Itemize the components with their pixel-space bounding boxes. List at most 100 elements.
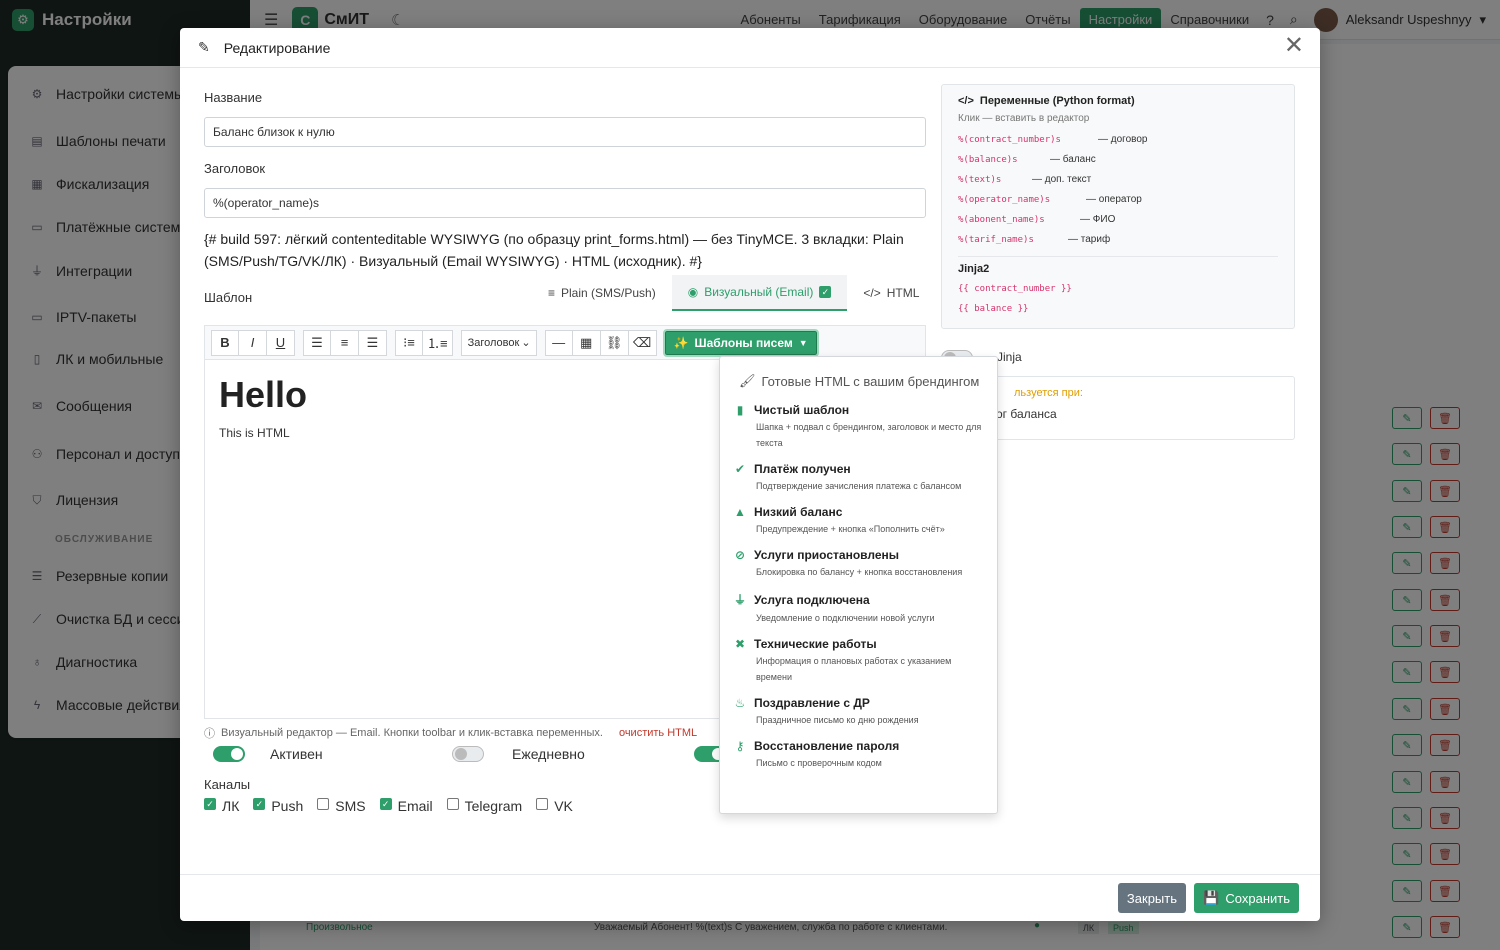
active-toggle[interactable] — [213, 746, 245, 762]
heading-select[interactable]: Заголовок ⌄ — [460, 329, 537, 356]
email-templates-button[interactable]: ✨ Шаблоны писем ▼ — [662, 328, 819, 357]
tab-label: HTML — [886, 286, 920, 300]
template-desc: Шапка + подвал с брендингом, заголовок и… — [756, 422, 982, 448]
link-button[interactable]: ⛓ — [600, 329, 629, 356]
template-service-connected[interactable]: ⏚ Услуга подключена Уведомление о подключ… — [720, 591, 997, 626]
template-desc: Блокировка по балансу + кнопка восстанов… — [756, 567, 963, 577]
eye-icon: ◉ — [687, 285, 699, 299]
close-button[interactable]: Закрыть — [1117, 883, 1186, 913]
template-title: Услуги приостановлены — [754, 548, 900, 562]
modal-footer: Закрыть 💾 Сохранить — [180, 874, 1320, 921]
variable-desc: — доп. текст — [1032, 174, 1092, 185]
variable-item[interactable]: %(tarif_name)s — тариф — [958, 230, 1278, 250]
template-birthday[interactable]: ♨ Поздравление с ДР Праздничное письмо ко… — [720, 696, 997, 728]
italic-button[interactable]: I — [239, 329, 267, 356]
template-maintenance[interactable]: ✖ Технические работы Информация о плановы… — [720, 637, 997, 685]
tab-plain[interactable]: ≡ Plain (SMS/Push) — [532, 275, 672, 311]
usage-value: ог баланса — [996, 407, 1057, 421]
floppy-disk-icon: 💾 — [1203, 890, 1220, 905]
caret-down-icon: ▼ — [798, 337, 808, 348]
list-ol-icon: ⒈≡ — [427, 336, 448, 351]
variable-code[interactable]: %(contract_number)s — [958, 130, 1090, 150]
variable-item[interactable]: %(text)s — доп. текст — [958, 170, 1278, 190]
code-icon: </> — [863, 286, 881, 300]
variable-desc: — оператор — [1086, 194, 1142, 205]
checkbox[interactable] — [317, 798, 330, 810]
bold-button[interactable]: B — [211, 329, 239, 356]
channel-sms[interactable]: SMS — [317, 798, 366, 814]
align-group: ☰ ≡ ☰ — [303, 329, 387, 356]
code-icon: </> — [958, 95, 974, 107]
variable-code[interactable]: %(text)s — [958, 170, 1024, 190]
channel-label: Push — [271, 798, 304, 814]
daily-toggle[interactable] — [452, 746, 484, 762]
channel-lk[interactable]: ✓ ЛК — [204, 798, 239, 814]
plug-icon: ⏚ — [734, 593, 747, 607]
active-label: Активен — [270, 746, 323, 762]
check-icon: ✓ — [819, 286, 832, 298]
horizontal-rule-button[interactable]: — — [544, 329, 573, 356]
channel-push[interactable]: ✓ Push — [253, 798, 303, 814]
tab-html[interactable]: </> HTML — [847, 275, 935, 311]
checkbox[interactable] — [446, 798, 459, 810]
editor-tabs: ≡ Plain (SMS/Push) ◉ Визуальный (Email) ✓ <… — [532, 275, 935, 311]
variable-desc: — договор — [1098, 134, 1148, 145]
variable-code[interactable]: %(balance)s — [958, 150, 1042, 170]
save-label: Сохранить — [1225, 890, 1290, 906]
channel-label: SMS — [335, 798, 366, 814]
variable-item[interactable]: %(operator_name)s — оператор — [958, 190, 1278, 210]
close-icon[interactable]: ✕ — [1284, 34, 1304, 58]
table-button[interactable]: ▦ — [572, 329, 601, 356]
tab-label: Визуальный (Email) — [704, 285, 814, 299]
magic-wand-icon: ✨ — [673, 335, 689, 350]
save-button[interactable]: 💾 Сохранить — [1194, 883, 1299, 913]
minus-icon: — — [552, 335, 566, 350]
template-low-balance[interactable]: ▲ Низкий баланс Предупреждение + кнопка «… — [720, 505, 997, 537]
align-center-button[interactable]: ≡ — [331, 329, 359, 356]
variable-item[interactable]: %(contract_number)s — договор — [958, 130, 1278, 150]
variable-code[interactable]: %(operator_name)s — [958, 190, 1078, 210]
usage-label: льзуется при: — [1014, 387, 1083, 399]
variable-code[interactable]: %(tarif_name)s — [958, 230, 1060, 250]
jinja-variable[interactable]: {{ balance }} — [958, 299, 1278, 319]
template-payment-received[interactable]: ✔ Платёж получен Подтверждение зачисления… — [720, 462, 997, 494]
variable-code[interactable]: %(abonent_name)s — [958, 210, 1072, 230]
bullet-list-button[interactable]: ⁝≡ — [395, 329, 423, 356]
modal-header: ✎ Редактирование ✕ — [180, 28, 1320, 68]
clear-format-button[interactable]: ⌫ — [628, 329, 657, 356]
tab-visual[interactable]: ◉ Визуальный (Email) ✓ — [671, 275, 848, 311]
table-icon: ▦ — [579, 334, 593, 350]
variables-panel: </> Переменные (Python format) Клик — вст… — [941, 84, 1295, 329]
channels-label: Каналы — [204, 777, 251, 792]
variables-title-text: Переменные (Python format) — [979, 95, 1135, 107]
channel-email[interactable]: ✓ Email — [379, 798, 433, 814]
jinja-label: Jinja — [997, 350, 1022, 364]
template-desc: Уведомление о подключении новой услуги — [756, 613, 935, 623]
pencil-icon: ✎ — [198, 39, 210, 55]
variable-item[interactable]: %(abonent_name)s — ФИО — [958, 210, 1278, 230]
numbered-list-button[interactable]: ⒈≡ — [423, 329, 453, 356]
template-services-suspended[interactable]: ⊘ Услуги приостановлены Блокировка по бал… — [720, 548, 997, 580]
name-input[interactable] — [204, 117, 926, 147]
align-right-button[interactable]: ☰ — [359, 329, 387, 356]
checkbox[interactable]: ✓ — [379, 798, 392, 810]
checkbox[interactable]: ✓ — [253, 798, 266, 810]
variable-item[interactable]: %(balance)s — баланс — [958, 150, 1278, 170]
template-title: Поздравление с ДР — [754, 696, 870, 710]
channel-label: Email — [397, 798, 433, 814]
header-input[interactable] — [204, 188, 926, 218]
align-left-icon: ≡ — [548, 286, 556, 300]
clear-html-link[interactable]: очистить HTML — [619, 727, 697, 739]
jinja-variable[interactable]: {{ contract_number }} — [958, 279, 1278, 299]
template-desc: Информация о плановых работах с указание… — [756, 656, 952, 682]
channel-vk[interactable]: VK — [536, 798, 573, 814]
daily-label: Ежедневно — [512, 746, 585, 762]
template-password-reset[interactable]: ⚷ Восстановление пароля Письмо с провероч… — [720, 739, 997, 771]
underline-button[interactable]: U — [267, 329, 295, 356]
checkbox[interactable] — [536, 798, 549, 810]
align-left-button[interactable]: ☰ — [303, 329, 331, 356]
hint-text: Визуальный редактор — Email. Кнопки tool… — [221, 727, 603, 739]
template-blank[interactable]: ▮ Чистый шаблон Шапка + подвал с брендинг… — [720, 403, 997, 451]
checkbox[interactable]: ✓ — [204, 798, 216, 810]
channel-telegram[interactable]: Telegram — [446, 798, 522, 814]
